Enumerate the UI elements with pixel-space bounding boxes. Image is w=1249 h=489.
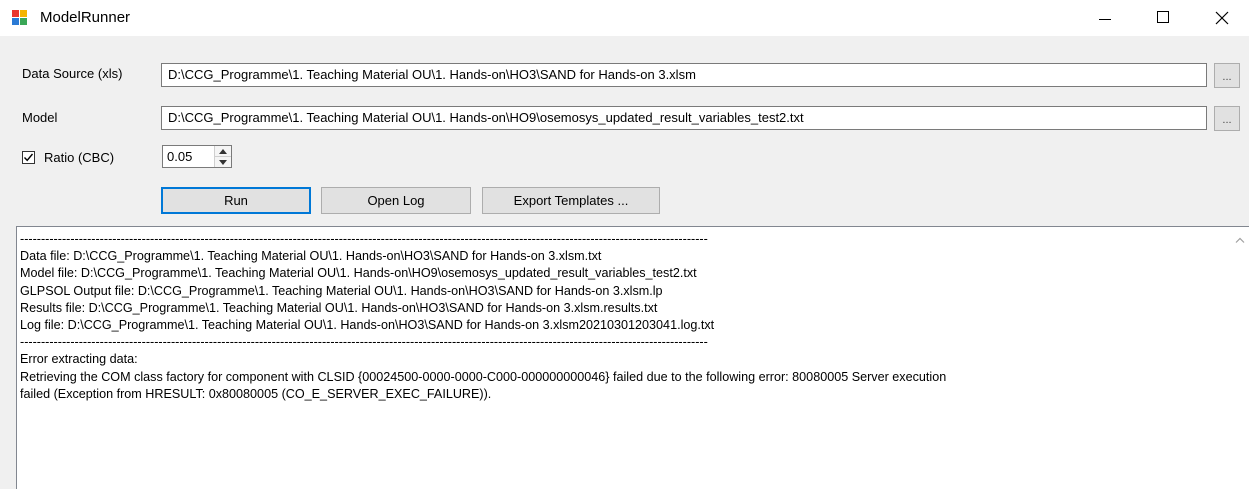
chevron-up-icon (1235, 237, 1245, 243)
close-icon (1215, 11, 1229, 25)
checkmark-icon (23, 153, 34, 162)
log-line: Model file: D:\CCG_Programme\1. Teaching… (20, 266, 697, 281)
minimize-button[interactable] (1083, 0, 1129, 36)
log-line: ----------------------------------------… (20, 335, 708, 350)
log-line: ----------------------------------------… (20, 232, 708, 246)
model-input[interactable]: D:\CCG_Programme\1. Teaching Material OU… (161, 106, 1207, 130)
log-line: Error extracting data: (20, 352, 138, 367)
app-icon[interactable] (12, 10, 28, 26)
ratio-checkbox[interactable] (22, 151, 35, 164)
data-source-input[interactable]: D:\CCG_Programme\1. Teaching Material OU… (161, 63, 1207, 87)
ratio-label: Ratio (CBC) (44, 150, 115, 165)
log-line: Retrieving the COM class factory for com… (20, 369, 947, 384)
open-log-button[interactable]: Open Log (321, 187, 471, 214)
log-line: Log file: D:\CCG_Programme\1. Teaching M… (20, 317, 715, 332)
log-output[interactable]: ----------------------------------------… (16, 226, 1249, 489)
stepper-down-button[interactable] (215, 157, 231, 167)
log-line: failed (Exception from HRESULT: 0x800800… (20, 386, 492, 401)
window-title: ModelRunner (40, 9, 131, 26)
close-button[interactable] (1199, 0, 1245, 36)
log-scrollbar[interactable] (1231, 227, 1249, 489)
log-lines: ----------------------------------------… (20, 231, 946, 403)
stepper-up-button[interactable] (215, 146, 231, 157)
model-browse-button[interactable]: ... (1214, 106, 1240, 131)
log-line: Results file: D:\CCG_Programme\1. Teachi… (20, 300, 658, 315)
ratio-value[interactable]: 0.05 (167, 149, 192, 164)
export-templates-button[interactable]: Export Templates ... (482, 187, 660, 214)
run-button[interactable]: Run (161, 187, 311, 214)
maximize-button[interactable] (1140, 0, 1186, 36)
ratio-stepper[interactable]: 0.05 (162, 145, 232, 168)
arrow-down-icon (219, 160, 227, 165)
log-line: GLPSOL Output file: D:\CCG_Programme\1. … (20, 283, 663, 298)
data-source-browse-button[interactable]: ... (1214, 63, 1240, 88)
arrow-up-icon (219, 149, 227, 154)
model-label: Model (22, 110, 58, 125)
data-source-label: Data Source (xls) (22, 66, 123, 81)
log-line: Data file: D:\CCG_Programme\1. Teaching … (20, 249, 602, 264)
title-bar: ModelRunner (0, 0, 1249, 36)
